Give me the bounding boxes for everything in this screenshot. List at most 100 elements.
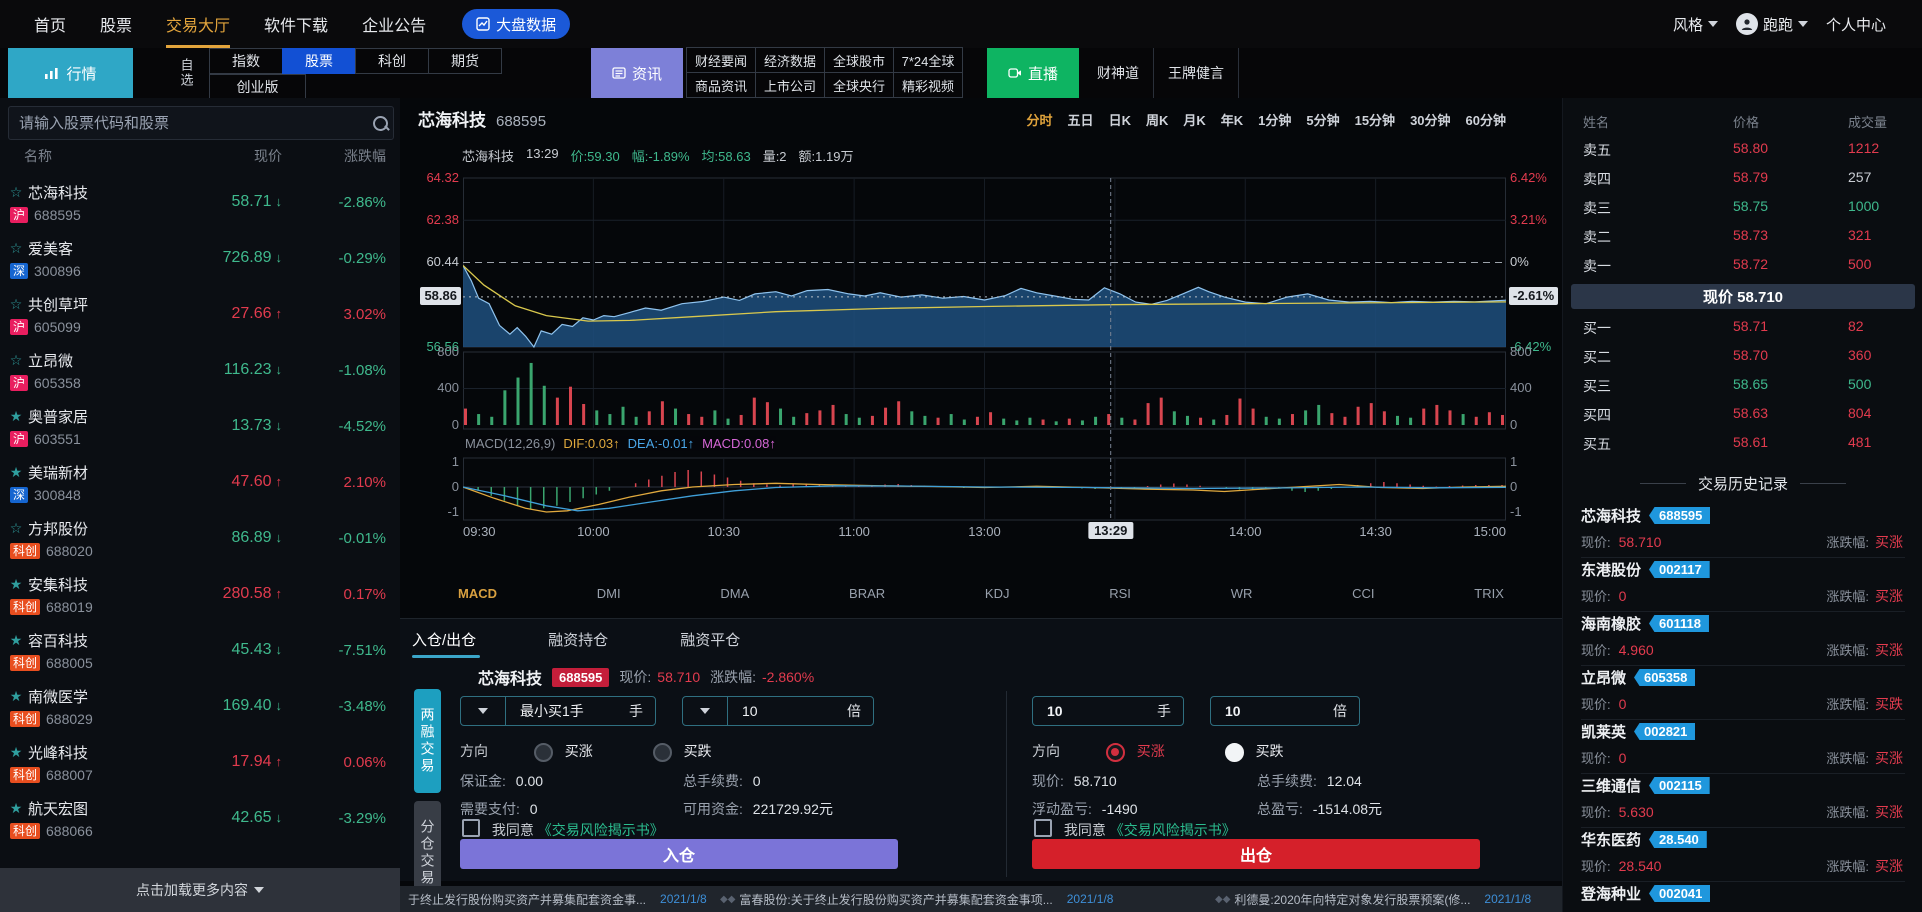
indicator-tab-KDJ[interactable]: KDJ — [985, 586, 1010, 612]
favorite-star-icon[interactable]: ★ — [8, 632, 24, 649]
buy-leverage-select[interactable]: 10 倍 — [682, 696, 874, 726]
watchlist-row[interactable]: ★安集科技科创688019280.58↑0.17% — [0, 566, 400, 622]
period-tab[interactable]: 年K — [1221, 110, 1243, 129]
history-entry[interactable]: 海南橡胶601118现价:4.960涨跌幅:买涨 — [1581, 611, 1905, 666]
order-book-row[interactable]: 卖三58.751000 — [1563, 198, 1922, 220]
topnav-item[interactable]: 首页 — [34, 0, 66, 48]
sell-up-radio[interactable] — [1106, 743, 1125, 762]
caishendao-tab[interactable]: 财神道 — [1083, 48, 1154, 98]
sell-down-radio[interactable] — [1225, 743, 1244, 762]
period-tab[interactable]: 日K — [1109, 110, 1131, 129]
history-entry[interactable]: 凯莱英002821现价:0涨跌幅:买涨 — [1581, 719, 1905, 774]
watchlist-row[interactable]: ★奥普家居沪60355113.73↓-4.52% — [0, 398, 400, 454]
close-position-button[interactable]: 出仓 — [1032, 839, 1480, 869]
watchlist-row[interactable]: ★南微医学科创688029169.40↓-3.48% — [0, 678, 400, 734]
quotes-button[interactable]: 行情 — [8, 48, 133, 98]
order-book-row[interactable]: 卖一58.72500 — [1563, 256, 1922, 278]
risk-doc-link[interactable]: 《交易风险揭示书》 — [538, 822, 664, 838]
leverage-dropdown-button[interactable] — [683, 697, 728, 725]
favorite-star-icon[interactable]: ☆ — [8, 352, 24, 369]
sell-leverage-input[interactable]: 10 倍 — [1210, 696, 1360, 726]
user-menu[interactable]: 跑跑 — [1736, 13, 1808, 35]
tab-chinext[interactable]: 创业版 — [209, 74, 306, 100]
period-tab[interactable]: 月K — [1183, 110, 1205, 129]
qty-dropdown-button[interactable] — [461, 697, 506, 725]
margin-trade-tab[interactable]: 两融交易 — [414, 689, 441, 793]
order-book-row[interactable]: 买二58.70360 — [1563, 347, 1922, 369]
trade-tab-融资平仓[interactable]: 融资平仓 — [680, 629, 740, 658]
watchlist-row[interactable]: ☆方邦股份科创68802086.89↓-0.01% — [0, 510, 400, 566]
tab-指数[interactable]: 指数 — [209, 48, 283, 74]
market-data-button[interactable]: 大盘数据 — [462, 9, 570, 39]
watchlist-tab[interactable]: 自选 — [171, 48, 201, 98]
topnav-item[interactable]: 软件下载 — [264, 0, 328, 48]
watchlist-row[interactable]: ★容百科技科创68800545.43↓-7.51% — [0, 622, 400, 678]
wangpai-tab[interactable]: 王牌健言 — [1154, 48, 1239, 98]
buy-agree-checkbox[interactable] — [462, 819, 480, 837]
indicator-tab-WR[interactable]: WR — [1231, 586, 1253, 612]
period-tab[interactable]: 五日 — [1068, 110, 1094, 129]
trade-tab-入仓/出仓[interactable]: 入仓/出仓 — [412, 629, 476, 658]
load-more-button[interactable]: 点击加载更多内容 — [0, 868, 400, 912]
tab-期货[interactable]: 期货 — [428, 48, 502, 74]
menu-item[interactable]: 全球股市 — [824, 47, 894, 73]
watchlist-row[interactable]: ★美瑞新材深30084847.60↑2.10% — [0, 454, 400, 510]
ticker-item[interactable]: 于终止发行股份购买资产并募集配套资金事...2021/1/8 — [408, 886, 707, 912]
period-tab[interactable]: 1分钟 — [1258, 110, 1291, 129]
history-entry[interactable]: 三维通信002115现价:5.630涨跌幅:买涨 — [1581, 773, 1905, 828]
tab-科创[interactable]: 科创 — [355, 48, 429, 74]
favorite-star-icon[interactable]: ☆ — [8, 520, 24, 537]
favorite-star-icon[interactable]: ☆ — [8, 240, 24, 257]
topnav-item[interactable]: 企业公告 — [362, 0, 426, 48]
risk-doc-link[interactable]: 《交易风险揭示书》 — [1110, 822, 1236, 838]
indicator-tab-MACD[interactable]: MACD — [458, 586, 497, 612]
period-tab[interactable]: 5分钟 — [1306, 110, 1339, 129]
ticker-item[interactable]: ◆◆利德曼:2020年向特定对象发行股票预案(修...2021/1/8 — [1215, 886, 1531, 912]
menu-item[interactable]: 上市公司 — [755, 72, 825, 98]
live-button[interactable]: 直播 — [987, 48, 1079, 98]
favorite-star-icon[interactable]: ☆ — [8, 296, 24, 313]
favorite-star-icon[interactable]: ★ — [8, 408, 24, 425]
order-book-row[interactable]: 卖二58.73321 — [1563, 227, 1922, 249]
favorite-star-icon[interactable]: ★ — [8, 464, 24, 481]
watchlist-row[interactable]: ☆立昂微沪605358116.23↓-1.08% — [0, 342, 400, 398]
favorite-star-icon[interactable]: ★ — [8, 800, 24, 817]
personal-center-link[interactable]: 个人中心 — [1826, 14, 1886, 35]
open-position-button[interactable]: 入仓 — [460, 839, 898, 869]
menu-item[interactable]: 全球央行 — [824, 72, 894, 98]
menu-item[interactable]: 财经要闻 — [686, 47, 756, 73]
menu-item[interactable]: 经济数据 — [755, 47, 825, 73]
history-entry[interactable]: 芯海科技688595现价:58.710涨跌幅:买涨 — [1581, 503, 1905, 558]
menu-item[interactable]: 商品资讯 — [686, 72, 756, 98]
order-book-row[interactable]: 买四58.63804 — [1563, 405, 1922, 427]
trade-tab-融资持仓[interactable]: 融资持仓 — [548, 629, 608, 658]
period-tab[interactable]: 周K — [1146, 110, 1168, 129]
period-tab[interactable]: 60分钟 — [1466, 110, 1506, 129]
history-entry[interactable]: 立昂微605358现价:0涨跌幅:买跌 — [1581, 665, 1905, 720]
indicator-tab-DMI[interactable]: DMI — [597, 586, 621, 612]
favorite-star-icon[interactable]: ★ — [8, 576, 24, 593]
order-book-row[interactable]: 卖四58.79257 — [1563, 169, 1922, 191]
tab-股票[interactable]: 股票 — [282, 48, 356, 74]
buy-up-radio[interactable] — [534, 743, 553, 762]
style-menu[interactable]: 风格 — [1673, 14, 1718, 35]
watchlist-row[interactable]: ☆爱美客深300896726.89↓-0.29% — [0, 230, 400, 286]
buy-qty-select[interactable]: 最小买1手 手 — [460, 696, 656, 726]
order-book-row[interactable]: 买五58.61481 — [1563, 434, 1922, 456]
indicator-tab-BRAR[interactable]: BRAR — [849, 586, 885, 612]
topnav-item[interactable]: 股票 — [100, 0, 132, 48]
search-icon[interactable] — [367, 116, 393, 131]
news-button[interactable]: 资讯 — [591, 48, 683, 98]
period-tab[interactable]: 15分钟 — [1355, 110, 1395, 129]
search-input[interactable] — [9, 115, 367, 132]
indicator-tab-DMA[interactable]: DMA — [720, 586, 749, 612]
history-entry[interactable]: 登海种业002041 — [1581, 881, 1905, 912]
sell-agree-checkbox[interactable] — [1034, 819, 1052, 837]
history-entry[interactable]: 华东医药28.540现价:28.540涨跌幅:买涨 — [1581, 827, 1905, 882]
watchlist-row[interactable]: ★航天宏图科创68806642.65↓-3.29% — [0, 790, 400, 846]
menu-item[interactable]: 精彩视频 — [893, 72, 963, 98]
order-book-row[interactable]: 卖五58.801212 — [1563, 140, 1922, 162]
intraday-chart[interactable]: MACD(12,26,9)DIF:0.03↑DEA:-0.01↑MACD:0.0… — [463, 170, 1506, 545]
period-tab[interactable]: 分时 — [1027, 110, 1053, 129]
indicator-tab-RSI[interactable]: RSI — [1109, 586, 1131, 612]
